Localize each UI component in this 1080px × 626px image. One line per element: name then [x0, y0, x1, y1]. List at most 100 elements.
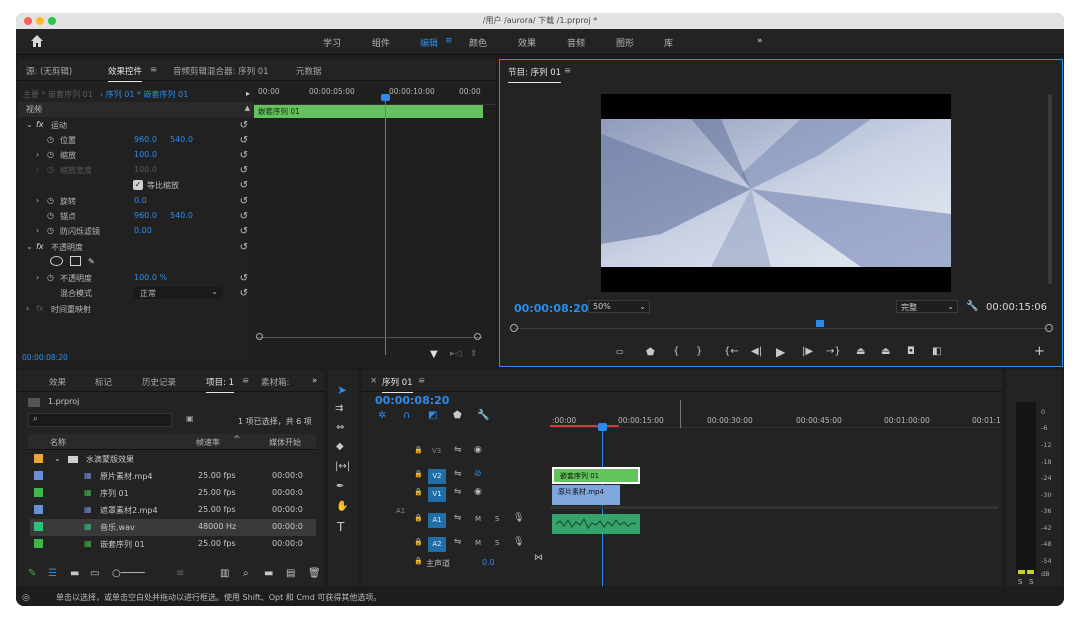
add-button-icon[interactable]: +	[1034, 344, 1045, 359]
sync-lock-icon[interactable]: ⇋	[454, 487, 462, 497]
playhead[interactable]	[385, 97, 386, 355]
wrench-icon[interactable]: 🔧	[966, 301, 978, 312]
nested-clip-bar[interactable]: 嵌套序列 01	[254, 105, 483, 118]
program-timecode[interactable]: 00:00:08:20	[514, 302, 588, 315]
opacity-value-expand-icon[interactable]: ›	[36, 273, 39, 282]
slip-tool-icon[interactable]: |↔|	[335, 461, 350, 472]
freeform-view-icon[interactable]: ▭	[90, 568, 99, 579]
program-scrub-bar[interactable]	[514, 328, 1050, 329]
quality-select[interactable]: 完整 ⌄	[896, 300, 958, 313]
play-audio-icon[interactable]: ▸◁	[450, 349, 461, 359]
list-view-icon[interactable]: ☰	[48, 568, 57, 579]
reset-rotation-icon[interactable]: ↺	[240, 196, 248, 207]
workspace-menu-icon[interactable]: ≡	[445, 36, 453, 46]
workspace-overflow-button[interactable]: »	[757, 36, 763, 46]
clip-audio[interactable]	[552, 514, 640, 534]
automate-icon[interactable]: ▥	[220, 568, 229, 579]
track-divider[interactable]	[550, 506, 998, 509]
stopwatch-icon[interactable]: ◷	[47, 211, 54, 220]
reset-anchor-icon[interactable]: ↺	[240, 211, 248, 222]
filter-icon[interactable]: ▼	[430, 349, 438, 360]
workspace-libraries[interactable]: 库	[664, 36, 673, 49]
rotation-expand-icon[interactable]: ›	[36, 196, 39, 205]
linked-selection-icon[interactable]: ∩	[403, 410, 410, 421]
sync-lock-icon[interactable]: ⇋	[454, 445, 462, 455]
tab-history[interactable]: 历史记录	[142, 376, 176, 388]
stopwatch-icon[interactable]: ◷	[47, 135, 54, 144]
track-a1-label[interactable]: A1	[428, 513, 446, 528]
monitor-scrollbar[interactable]	[1048, 94, 1052, 284]
lock-icon[interactable]: 🔒	[414, 538, 423, 546]
find-icon[interactable]: ⌕	[243, 568, 249, 579]
solo-left-button[interactable]: S	[1018, 578, 1022, 586]
step-forward-icon[interactable]: |▶	[802, 346, 813, 357]
marker-icon[interactable]: ⬟	[453, 410, 462, 421]
tab-metadata[interactable]: 元数据	[296, 65, 322, 77]
reset-opacity-section-icon[interactable]: ↺	[240, 242, 248, 253]
timeline-playhead-handle[interactable]	[598, 423, 607, 431]
label-color-swatch[interactable]	[34, 454, 43, 463]
selection-tool-icon[interactable]: ➤	[337, 383, 347, 397]
stopwatch-icon[interactable]: ◷	[47, 196, 54, 205]
master-track-value[interactable]: 0.0	[482, 558, 495, 567]
flicker-value[interactable]: 0.00	[134, 226, 152, 235]
workspace-assembly[interactable]: 组件	[372, 36, 390, 49]
reset-uniform-icon[interactable]: ↺	[240, 180, 248, 191]
label-color-swatch[interactable]	[34, 505, 43, 514]
marker-icon[interactable]: ▭	[616, 347, 624, 356]
icon-view-icon[interactable]: ▬	[70, 568, 79, 579]
flicker-expand-icon[interactable]: ›	[36, 226, 39, 235]
export-icon[interactable]: ⇪	[470, 349, 478, 359]
solo-button[interactable]: S	[495, 539, 499, 547]
comparison-view-icon[interactable]: ◧	[932, 346, 941, 357]
scale-expand-icon[interactable]: ›	[36, 150, 39, 159]
track-a2-label[interactable]: A2	[428, 537, 446, 552]
mark-out-icon[interactable]: }	[696, 346, 702, 357]
column-name[interactable]: 名称	[50, 437, 66, 448]
hand-tool-icon[interactable]: ✋	[336, 501, 348, 512]
sort-up-icon[interactable]: ^	[233, 435, 241, 445]
timeline-timecode[interactable]: 00:00:08:20	[375, 394, 449, 407]
microphone-icon[interactable]: 🎙	[513, 537, 524, 547]
label-color-swatch[interactable]	[34, 539, 43, 548]
solo-button[interactable]: S	[495, 515, 499, 523]
list-item[interactable]: ▦ 遮罩素材2.mp4 25.00 fps 00:00:0	[30, 502, 316, 519]
tab-source[interactable]: 源: (无剪辑)	[26, 65, 72, 77]
video-frame[interactable]	[601, 94, 951, 292]
go-to-in-icon[interactable]: {←	[724, 346, 739, 357]
project-search-input[interactable]: ⌕	[28, 413, 172, 427]
reset-opacity-icon[interactable]: ↺	[240, 273, 248, 284]
folder-expand-icon[interactable]: ⌄	[54, 454, 61, 463]
track-select-tool-icon[interactable]: ⇉	[335, 403, 343, 414]
list-item[interactable]: ▦ 嵌套序列 01 25.00 fps 00:00:0	[30, 536, 316, 553]
zoom-select[interactable]: 50% ⌄	[588, 300, 650, 313]
lift-icon[interactable]: ⏏	[856, 346, 865, 357]
type-tool-icon[interactable]: T	[337, 520, 344, 534]
scrub-handle-right[interactable]	[1045, 324, 1053, 332]
ripple-edit-tool-icon[interactable]: ⇔	[336, 422, 344, 433]
new-item-icon[interactable]: ▤	[286, 568, 295, 579]
tab-project-menu-icon[interactable]: ≡	[242, 376, 249, 386]
position-x-value[interactable]: 960.0	[134, 135, 157, 144]
eye-icon[interactable]: ◉	[474, 487, 482, 497]
motion-expand-icon[interactable]: ⌄	[26, 120, 33, 129]
column-media-start[interactable]: 媒体开始	[269, 437, 301, 448]
wrench-icon[interactable]: 🔧	[477, 410, 489, 421]
microphone-icon[interactable]: 🎙	[513, 513, 524, 523]
sync-lock-icon[interactable]: ⇋	[454, 537, 462, 547]
label-color-swatch[interactable]	[34, 471, 43, 480]
clip-nested-sequence[interactable]: 嵌套序列 01	[552, 467, 640, 484]
anchor-x-value[interactable]: 960.0	[134, 211, 157, 220]
stopwatch-icon[interactable]: ◷	[47, 273, 54, 282]
stopwatch-icon[interactable]: ◷	[47, 226, 54, 235]
step-back-icon[interactable]: ◀|	[751, 346, 762, 357]
workspace-editing[interactable]: 编辑	[420, 36, 438, 49]
tab-menu-icon[interactable]: ≡	[150, 65, 157, 75]
expand-timeline-icon[interactable]: ▸	[246, 89, 250, 98]
opacity-value[interactable]: 100.0 %	[134, 273, 167, 282]
stopwatch-icon[interactable]: ◷	[47, 150, 54, 159]
time-remap-expand-icon[interactable]: ›	[26, 304, 29, 313]
eye-icon[interactable]: ◉	[474, 445, 482, 455]
program-menu-icon[interactable]: ≡	[564, 66, 571, 76]
program-playhead[interactable]	[816, 320, 824, 327]
